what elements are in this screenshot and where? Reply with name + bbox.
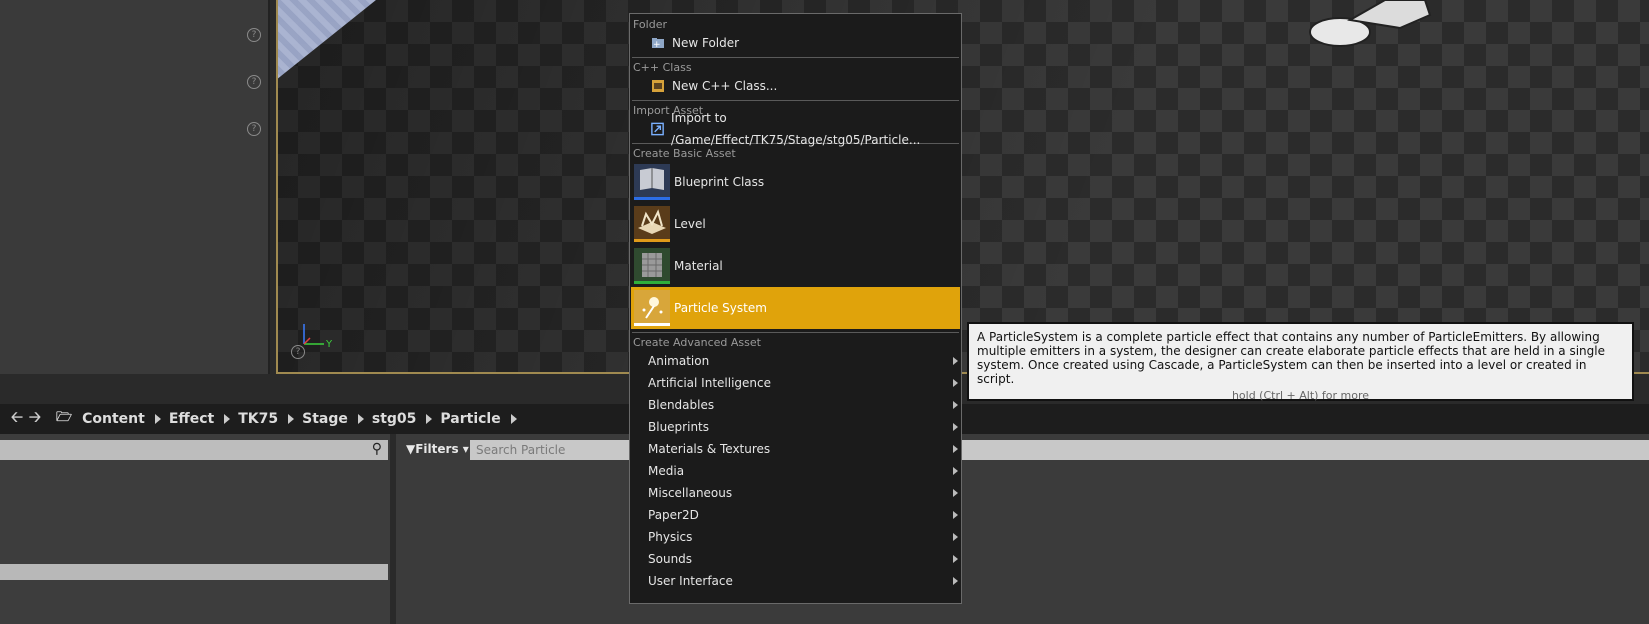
chevron-right-icon — [953, 379, 958, 387]
blueprint-class-item[interactable]: Blueprint Class — [631, 161, 960, 203]
section-header-folder: Folder — [633, 18, 667, 31]
help-icon[interactable]: ? — [247, 75, 261, 89]
cpp-class-icon — [652, 80, 664, 92]
submenu-artificial-intelligence[interactable]: Artificial Intelligence — [630, 372, 961, 394]
submenu-blendables[interactable]: Blendables — [630, 394, 961, 416]
particle-system-item[interactable]: Particle System — [631, 287, 960, 329]
chevron-right-icon[interactable] — [154, 414, 161, 424]
chevron-right-icon — [953, 467, 958, 475]
back-arrow-icon[interactable]: 🡠 — [8, 407, 26, 432]
breadcrumb-item[interactable]: Content — [82, 411, 169, 427]
particle-system-tooltip: A ParticleSystem is a complete particle … — [967, 322, 1634, 402]
help-icon[interactable]: ? — [291, 345, 305, 359]
chevron-right-icon[interactable] — [510, 414, 517, 424]
submenu-blueprints[interactable]: Blueprints — [630, 416, 961, 438]
level-item[interactable]: Level — [631, 203, 960, 245]
folder-tree-panel: ⚲ — [0, 434, 390, 624]
submenu-miscellaneous[interactable]: Miscellaneous — [630, 482, 961, 504]
level-icon — [634, 206, 670, 242]
mannequin-foot — [1309, 0, 1432, 47]
breadcrumb-item[interactable]: Stage — [302, 411, 372, 427]
submenu-materials-textures[interactable]: Materials & Textures — [630, 438, 961, 460]
level-viewport[interactable]: Y ? — [276, 0, 1649, 374]
asset-view-panel: ▼Filters ▾ Search Particle — [396, 434, 1649, 624]
new-folder-icon: + — [652, 38, 664, 50]
add-new-context-menu: Folder + New Folder C++ Class New C++ Cl… — [629, 13, 962, 604]
submenu-user-interface[interactable]: User Interface — [630, 570, 961, 592]
breadcrumb-item[interactable]: TK75 — [238, 411, 302, 427]
chevron-right-icon — [953, 401, 958, 409]
blueprint-class-icon — [634, 164, 670, 200]
chevron-right-icon[interactable] — [426, 414, 433, 424]
breadcrumb-item[interactable]: Particle — [440, 411, 524, 427]
section-header-advanced: Create Advanced Asset — [633, 336, 761, 349]
material-icon — [634, 248, 670, 284]
section-header-cpp: C++ Class — [633, 61, 692, 74]
chevron-right-icon — [953, 555, 958, 563]
chevron-right-icon[interactable] — [288, 414, 295, 424]
help-icon[interactable]: ? — [247, 28, 261, 42]
submenu-sounds[interactable]: Sounds — [630, 548, 961, 570]
submenu-animation[interactable]: Animation — [630, 350, 961, 372]
axis-gizmo: Y — [303, 324, 333, 348]
submenu-media[interactable]: Media — [630, 460, 961, 482]
forward-arrow-icon[interactable]: 🡢 — [26, 407, 44, 432]
new-folder-item[interactable]: + New Folder — [630, 32, 961, 54]
axis-y-label: Y — [325, 339, 333, 348]
editor-window: ? ? ? Y ? 🡠 🡢 🗁 Content Effect TK75 Stag… — [0, 0, 1649, 624]
chevron-right-icon — [953, 357, 958, 365]
chevron-right-icon — [953, 445, 958, 453]
divider — [632, 100, 959, 101]
particle-system-icon — [634, 290, 670, 326]
breadcrumb-item[interactable]: stg05 — [372, 411, 441, 427]
chevron-right-icon — [953, 577, 958, 585]
tooltip-text: A ParticleSystem is a complete particle … — [977, 330, 1605, 386]
chevron-right-icon — [953, 489, 958, 497]
tooltip-hint: hold (Ctrl + Alt) for more — [1231, 389, 1370, 402]
folder-open-icon[interactable]: 🗁 — [56, 408, 72, 430]
chevron-right-icon[interactable] — [357, 414, 364, 424]
divider — [632, 332, 959, 333]
submenu-paper2d[interactable]: Paper2D — [630, 504, 961, 526]
filters-button[interactable]: ▼Filters ▾ — [406, 442, 469, 456]
search-icon: ⚲ — [371, 441, 382, 457]
divider — [632, 57, 959, 58]
folder-search-input[interactable]: ⚲ — [0, 440, 388, 460]
material-item[interactable]: Material — [631, 245, 960, 287]
chevron-right-icon[interactable] — [224, 414, 231, 424]
import-asset-item[interactable]: Import to /Game/Effect/TK75/Stage/stg05/… — [630, 111, 961, 147]
viewport-shading — [276, 0, 1649, 374]
breadcrumb-item[interactable]: Effect — [169, 411, 238, 427]
import-icon — [651, 122, 664, 136]
details-panel: ? ? ? — [0, 0, 270, 374]
new-cpp-class-item[interactable]: New C++ Class... — [630, 75, 961, 97]
help-icon[interactable]: ? — [247, 122, 261, 136]
submenu-physics[interactable]: Physics — [630, 526, 961, 548]
chevron-right-icon — [953, 423, 958, 431]
chevron-right-icon — [953, 533, 958, 541]
chevron-right-icon — [953, 511, 958, 519]
svg-text:+: + — [653, 40, 661, 50]
folder-tree-selected-row[interactable] — [0, 564, 388, 580]
